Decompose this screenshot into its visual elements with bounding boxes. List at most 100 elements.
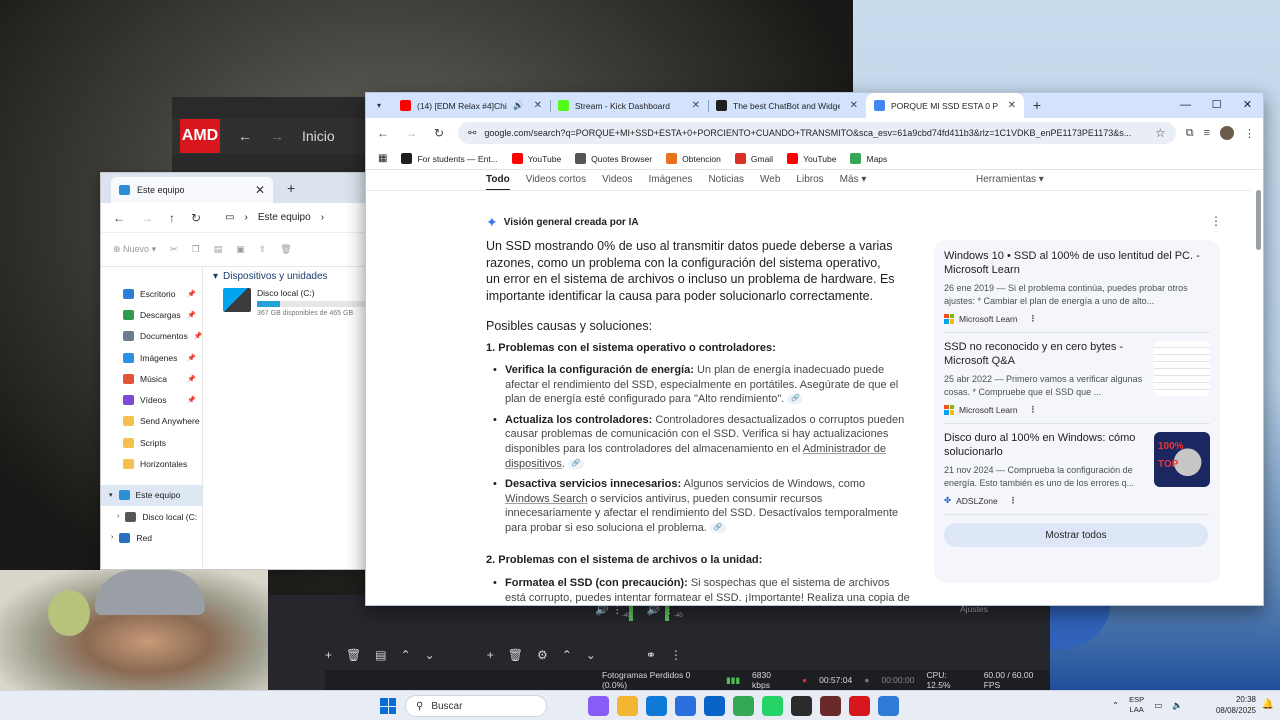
- google-tab[interactable]: Videos: [602, 174, 632, 191]
- chevron-up-icon[interactable]: ⌃: [562, 648, 572, 662]
- reading-list-icon[interactable]: ≡: [1204, 127, 1210, 139]
- sidebar-item-descargas[interactable]: Descargas 📌: [101, 304, 202, 325]
- google-tab[interactable]: Todo: [486, 174, 510, 191]
- source-thumbnail[interactable]: [1154, 341, 1210, 396]
- share-icon[interactable]: ⇪: [259, 244, 267, 255]
- copilot-icon[interactable]: [588, 696, 609, 716]
- more-icon[interactable]: ⋮: [1029, 404, 1038, 415]
- chevron-down-icon[interactable]: ⌄: [425, 648, 435, 662]
- taskbar-search[interactable]: ⚲ Buscar: [405, 695, 547, 717]
- outlook-icon[interactable]: [704, 696, 725, 716]
- pin-icon[interactable]: 📌: [187, 354, 196, 362]
- source-card[interactable]: Windows 10 • SSD al 100% de uso lentitud…: [944, 250, 1210, 333]
- new-tab-icon[interactable]: +: [1024, 93, 1050, 118]
- pin-icon[interactable]: 📌: [187, 311, 196, 319]
- language-indicator[interactable]: ESP LAA: [1129, 695, 1144, 715]
- game-icon[interactable]: [820, 696, 841, 716]
- forward-arrow-icon[interactable]: →: [270, 128, 284, 144]
- maximize-icon[interactable]: ☐: [1201, 93, 1232, 118]
- chevron-down-icon[interactable]: ⌄: [586, 648, 596, 662]
- profile-avatar[interactable]: [1220, 126, 1234, 140]
- sidebar-item-horizontales[interactable]: Horizontales: [101, 453, 202, 474]
- up-arrow-icon[interactable]: ↑: [169, 211, 175, 225]
- explorer-address-bar[interactable]: ▭ › Este equipo ›: [225, 212, 324, 223]
- bookmark-item[interactable]: Gmail: [734, 153, 773, 164]
- chrome-icon[interactable]: [733, 696, 754, 716]
- bookmark-item[interactable]: YouTube: [511, 153, 561, 164]
- bookmark-item[interactable]: YouTube: [787, 153, 836, 164]
- volume-icon[interactable]: 🔈: [1172, 700, 1183, 711]
- network-icon[interactable]: ▭: [1154, 700, 1162, 711]
- chevron-up-icon[interactable]: ⌃: [1112, 700, 1119, 711]
- sidebar-item-documentos[interactable]: Documentos 📌: [101, 326, 202, 347]
- new-button[interactable]: ⊕ Nuevo ▾: [113, 244, 156, 255]
- amd-icon[interactable]: [849, 696, 870, 716]
- explorer-tab[interactable]: Este equipo ✕: [111, 177, 273, 203]
- google-tab[interactable]: Libros: [796, 174, 823, 191]
- rename-icon[interactable]: ▣: [236, 244, 245, 255]
- devices-section-header[interactable]: ▾ Dispositivos y unidades: [213, 271, 374, 282]
- forward-arrow-icon[interactable]: →: [141, 211, 153, 225]
- google-tab[interactable]: Noticias: [708, 174, 744, 191]
- more-icon[interactable]: ⋮: [1029, 313, 1038, 324]
- sidebar-item-escritorio[interactable]: Escritorio 📌: [101, 283, 202, 304]
- minimize-icon[interactable]: —: [1170, 93, 1201, 118]
- sidebar-item-send-anywhere[interactable]: Send Anywhere: [101, 411, 202, 432]
- gear-icon[interactable]: ⚙: [537, 648, 548, 662]
- bookmark-item[interactable]: For students — Ent...: [401, 153, 498, 164]
- more-icon[interactable]: ⋮: [1210, 214, 1222, 228]
- close-icon[interactable]: ✕: [255, 183, 265, 197]
- back-arrow-icon[interactable]: ←: [113, 211, 125, 225]
- inline-link[interactable]: Windows Search: [505, 493, 588, 505]
- google-tab[interactable]: Imágenes: [649, 174, 693, 191]
- close-icon[interactable]: ✕: [1008, 100, 1016, 111]
- source-title[interactable]: Disco duro al 100% en Windows: cómo solu…: [944, 432, 1144, 459]
- more-icon[interactable]: ⋮: [670, 648, 682, 662]
- close-icon[interactable]: ✕: [850, 100, 858, 111]
- mixer-settings-icon[interactable]: ⚭: [646, 648, 656, 662]
- delete-icon[interactable]: 🗑: [508, 648, 523, 662]
- chevron-up-icon[interactable]: ⌃: [401, 648, 411, 662]
- source-card[interactable]: SSD no reconocido y en cero bytes - Micr…: [944, 341, 1210, 424]
- site-info-icon[interactable]: ⚯: [468, 128, 476, 139]
- address-bar[interactable]: ⚯ google.com/search?q=PORQUE+MI+SSD+ESTA…: [458, 122, 1176, 144]
- amd-home-link[interactable]: Inicio: [302, 128, 335, 144]
- obs-icon[interactable]: [791, 696, 812, 716]
- sidebar-item-vídeos[interactable]: Vídeos 📌: [101, 389, 202, 410]
- new-tab-icon[interactable]: +: [287, 180, 295, 196]
- delete-icon[interactable]: 🗑: [346, 648, 361, 662]
- forward-arrow-icon[interactable]: →: [402, 126, 420, 140]
- sidebar-item-local-disk[interactable]: › Disco local (C:: [101, 506, 202, 527]
- link-icon[interactable]: 🔗: [787, 394, 804, 405]
- link-icon[interactable]: 🔗: [709, 523, 726, 534]
- drive-c[interactable]: Disco local (C:) 367 GB disponibles de 4…: [223, 288, 374, 317]
- close-icon[interactable]: ✕: [692, 100, 700, 111]
- copy-icon[interactable]: ❐: [192, 244, 200, 255]
- file-explorer-icon[interactable]: [617, 696, 638, 716]
- close-icon[interactable]: ✕: [534, 100, 542, 111]
- sidebar-item-imágenes[interactable]: Imágenes 📌: [101, 347, 202, 368]
- source-card[interactable]: Disco duro al 100% en Windows: cómo solu…: [944, 432, 1210, 515]
- sidebar-item-this-pc[interactable]: ▾ Este equipo: [101, 484, 202, 506]
- pin-icon[interactable]: 📌: [187, 396, 196, 404]
- back-arrow-icon[interactable]: ←: [374, 126, 392, 140]
- tab-1[interactable]: (14) [EDM Relax #4]Chill & 🔊 ✕: [392, 93, 550, 118]
- google-tab[interactable]: Más ▾: [840, 174, 867, 191]
- apps-grid-icon[interactable]: ▦: [378, 153, 387, 164]
- photos-icon[interactable]: [878, 696, 899, 716]
- paste-icon[interactable]: ▤: [214, 244, 223, 255]
- more-icon[interactable]: ⋮: [1009, 495, 1018, 506]
- microsoft-store-icon[interactable]: [675, 696, 696, 716]
- pin-icon[interactable]: 📌: [194, 332, 203, 340]
- close-icon[interactable]: ✕: [1232, 93, 1263, 118]
- taskbar-clock[interactable]: 20:38 08/08/2025: [1216, 694, 1256, 716]
- reload-icon[interactable]: ↻: [430, 126, 448, 140]
- back-arrow-icon[interactable]: ←: [238, 128, 252, 144]
- audio-playing-icon[interactable]: 🔊: [513, 100, 524, 111]
- tab-2[interactable]: Stream - Kick Dashboard ✕: [550, 93, 708, 118]
- pin-icon[interactable]: 📌: [187, 375, 196, 383]
- google-tab[interactable]: Videos cortos: [526, 174, 586, 191]
- link-icon[interactable]: 🔗: [567, 458, 584, 469]
- tab-3[interactable]: The best ChatBot and Widgets ✕: [708, 93, 866, 118]
- add-icon[interactable]: +: [487, 648, 494, 662]
